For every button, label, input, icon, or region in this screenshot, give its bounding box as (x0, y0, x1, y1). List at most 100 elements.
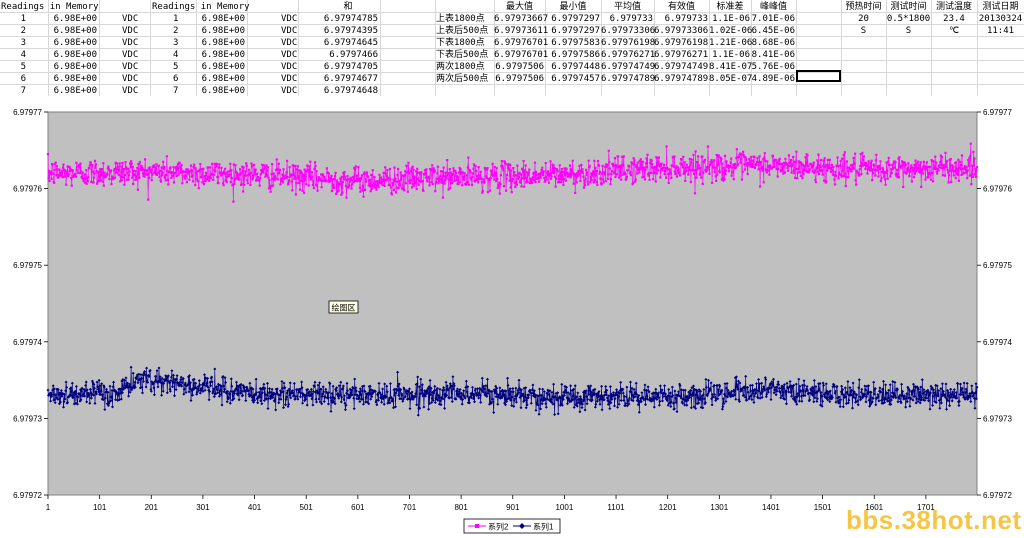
reading-value: 6.98E+00 (53, 62, 97, 72)
legend-marker-series-2 (475, 524, 479, 528)
x-tick-label: 1501 (814, 503, 832, 512)
y-tick-label-right: 6.97977 (983, 108, 1012, 117)
x-tick-label: 1301 (710, 503, 728, 512)
unit-label: VDC (281, 62, 298, 72)
unit-label: VDC (281, 26, 298, 36)
sum-value: 6.97974705 (323, 62, 378, 72)
unit-label: VDC (122, 14, 139, 24)
date-value: 20130324 (978, 14, 1023, 24)
stats-min: 6.9797586 (551, 50, 600, 60)
sum-value: 6.97974648 (323, 86, 378, 96)
row-index: 1 (173, 14, 179, 24)
selected-cell[interactable] (796, 70, 841, 82)
stats-max: 6.9797506 (495, 62, 544, 72)
stats-avg: 6.979733 (609, 14, 653, 24)
x-tick-label: 801 (454, 503, 468, 512)
sum-value: 6.97974395 (323, 26, 378, 36)
stats-row-label: 下表后500点 (436, 50, 489, 60)
stats-std: 1.21E-06 (709, 38, 753, 48)
column-header-sum: 和 (343, 2, 353, 12)
stats-max: 6.97973667 (494, 14, 549, 24)
sum-value: 6.97974785 (323, 14, 378, 24)
test-header-temperature: 测试温度 (935, 2, 972, 12)
reading-value: 6.98E+00 (53, 38, 97, 48)
stats-min: 6.9797297 (551, 14, 600, 24)
stats-std: 8.41E-07 (709, 62, 753, 72)
test-header-preheat: 预热时间 (845, 2, 882, 12)
stats-pp: 8.41E-06 (751, 50, 795, 60)
row-index: 3 (173, 38, 179, 48)
unit-label: VDC (122, 86, 139, 96)
x-tick-label: 1201 (659, 503, 677, 512)
column-header-readings-2: Readings in Memory (152, 2, 250, 12)
y-tick-label-left: 6.97974 (13, 338, 42, 347)
x-tick-label: 1401 (762, 503, 780, 512)
x-tick-label: 1101 (607, 503, 625, 512)
stats-row-label: 上表后500点 (436, 26, 489, 36)
duration-value: 0.5*1800 (886, 14, 931, 24)
x-tick-label: 201 (145, 503, 159, 512)
stats-rms: 6.979733 (664, 14, 708, 24)
stats-header-avg: 平均值 (613, 2, 641, 12)
row-index: 4 (173, 50, 179, 60)
stats-rms: 6.97974789 (654, 74, 709, 84)
watermark-text: bbs.38hot.net (846, 505, 1022, 535)
stats-pp: 8.68E-06 (751, 38, 795, 48)
unit-label: VDC (122, 50, 139, 60)
stats-row-label: 下表1800点 (436, 38, 485, 48)
stats-row-label: 上表1800点 (436, 14, 485, 24)
sum-value: 6.97974677 (323, 74, 378, 84)
reading-value: 6.98E+00 (201, 50, 245, 60)
tooltip-text: 绘图区 (332, 303, 356, 313)
sum-value: 6.97974645 (323, 38, 378, 48)
stats-pp: 4.89E-06 (751, 74, 795, 84)
stats-header-std: 标准差 (716, 2, 744, 12)
row-index: 2 (20, 26, 26, 36)
unit-label: VDC (281, 38, 298, 48)
y-tick-label-left: 6.97976 (13, 185, 42, 194)
unit-label: VDC (281, 14, 298, 24)
stats-max: 6.9797506 (495, 74, 544, 84)
x-tick-label: 101 (93, 503, 107, 512)
row-index: 5 (173, 62, 179, 72)
legend-label-series-1: 系列1 (533, 522, 554, 532)
stats-pp: 7.01E-06 (751, 14, 795, 24)
x-tick-label: 1 (46, 503, 51, 512)
stats-pp: 6.45E-06 (751, 26, 795, 36)
x-tick-label: 401 (248, 503, 262, 512)
test-header-date: 测试日期 (982, 2, 1019, 12)
reading-value: 6.98E+00 (201, 86, 245, 96)
stats-rms: 6.97974749 (654, 62, 709, 72)
reading-value: 6.98E+00 (53, 74, 97, 84)
row-index: 1 (20, 14, 26, 24)
x-tick-label: 901 (506, 503, 520, 512)
stats-std: 1.1E-06 (712, 50, 750, 60)
stats-max: 6.97976701 (494, 38, 549, 48)
legend-label-series-2: 系列2 (488, 522, 509, 532)
y-tick-label-left: 6.97973 (13, 414, 42, 423)
y-tick-label-left: 6.97977 (13, 108, 42, 117)
y-tick-label-right: 6.97973 (983, 414, 1012, 423)
unit-label: VDC (122, 62, 139, 72)
stats-header-pp: 峰峰值 (759, 2, 787, 12)
chart[interactable]: 6.97977 6.97976 6.97975 6.97974 6.97973 6.979… (0, 98, 1024, 538)
row-index: 3 (20, 38, 26, 48)
stats-avg: 6.97974789 (601, 74, 656, 84)
y-tick-label-right: 6.97976 (983, 185, 1012, 194)
stats-std: 1.1E-06 (712, 14, 750, 24)
stats-min: 6.9797457 (551, 74, 600, 84)
row-index: 2 (173, 26, 179, 36)
unit-label: VDC (122, 26, 139, 36)
reading-value: 6.98E+00 (201, 62, 245, 72)
column-header-readings-1: Readings in Memory (1, 2, 99, 12)
sum-value: 6.9797466 (329, 50, 378, 60)
y-tick-label-right: 6.97974 (983, 338, 1012, 347)
stats-avg: 6.97973306 (601, 26, 656, 36)
unit-label: VDC (281, 50, 298, 60)
stats-min: 6.9797583 (551, 38, 600, 48)
duration-unit: S (905, 26, 912, 36)
reading-value: 6.98E+00 (53, 14, 97, 24)
x-tick-label: 301 (196, 503, 210, 512)
legend: 系列2 系列1 (463, 518, 561, 534)
time-value: 11:41 (986, 26, 1015, 36)
